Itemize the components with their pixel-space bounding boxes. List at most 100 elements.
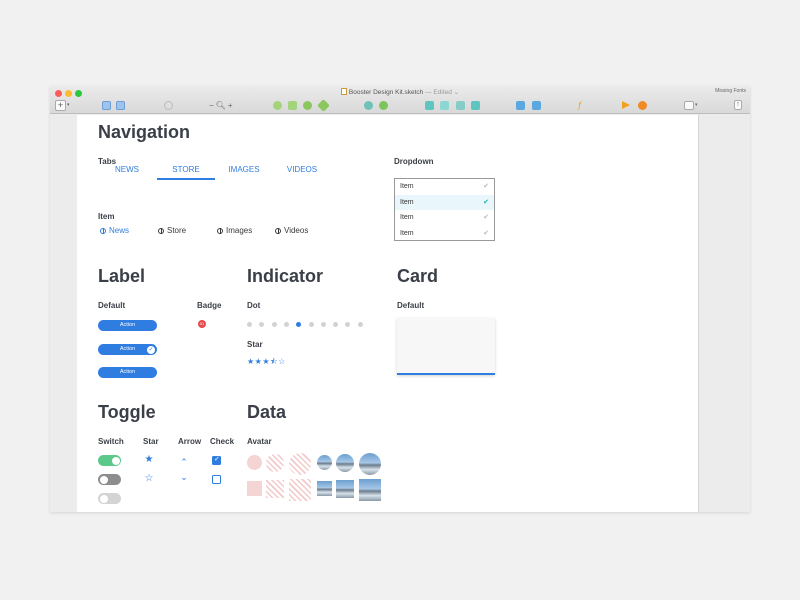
ungroup-button[interactable] [116, 99, 125, 111]
scale-icon [379, 100, 388, 110]
zoom-out-button[interactable]: − [209, 101, 214, 110]
tab-store[interactable]: STORE [157, 165, 215, 174]
chevron-down-icon[interactable]: ⌄ [178, 471, 190, 483]
symbol-button[interactable] [164, 99, 173, 111]
dot[interactable] [259, 322, 265, 327]
share-icon: ↑ [734, 100, 742, 110]
dot[interactable] [308, 322, 314, 327]
dot[interactable] [357, 322, 363, 327]
difference-button[interactable] [471, 99, 480, 111]
dropdown-item-selected[interactable]: Item ✔ [395, 194, 494, 210]
mask-button[interactable] [364, 99, 373, 111]
edit-button[interactable] [273, 99, 282, 111]
transform-button[interactable] [288, 99, 297, 111]
dot[interactable] [247, 322, 252, 327]
tab-news[interactable]: NEWS [98, 165, 156, 174]
dot[interactable] [271, 322, 277, 327]
check-icon: ✔ [483, 198, 489, 206]
preview-button[interactable] [622, 99, 630, 111]
action-pill-removable[interactable]: Action ✓ [98, 344, 157, 355]
arrow-column-label: Arrow [178, 437, 202, 446]
avatar-photo-small [317, 455, 332, 470]
cloud-button[interactable] [638, 99, 647, 111]
subtract-button[interactable] [440, 99, 449, 111]
export-button[interactable]: ↑ [734, 99, 742, 111]
avatar-placeholder-medium [266, 454, 284, 472]
avatar-placeholder-square-large [289, 479, 311, 501]
missing-fonts-button[interactable]: ●Missing Fonts [715, 88, 746, 301]
switch-knob [99, 494, 108, 503]
tab-images[interactable]: IMAGES [215, 165, 273, 174]
zoom-icon: 🔍︎ [215, 100, 226, 110]
union-button[interactable] [425, 99, 434, 111]
nav-item-news[interactable]: News [100, 226, 129, 235]
card-section-title: Card [397, 266, 439, 286]
play-icon [622, 101, 630, 109]
dot[interactable] [283, 322, 289, 327]
globe-icon [100, 227, 106, 234]
avatar-label: Avatar [247, 437, 272, 446]
view-button[interactable]: ▾ [684, 99, 698, 111]
nav-item-images[interactable]: Images [217, 226, 252, 235]
zoom-in-button[interactable]: + [228, 101, 233, 110]
edit-icon [273, 100, 282, 110]
dropdown-item[interactable]: Item ✔ [395, 179, 494, 195]
plugins-button[interactable]: ƒ [577, 99, 582, 111]
nav-item-store[interactable]: Store [158, 226, 186, 235]
globe-icon [275, 227, 281, 234]
nav-item-videos[interactable]: Videos [275, 226, 308, 235]
scale-button[interactable] [379, 99, 388, 111]
difference-icon [471, 100, 480, 110]
chevron-up-icon[interactable]: ⌃ [178, 456, 190, 468]
switch-disabled[interactable] [98, 493, 121, 504]
transform-icon [288, 100, 297, 110]
edited-menu[interactable]: — Edited ⌄ [425, 89, 459, 96]
dot[interactable] [333, 322, 339, 327]
union-icon [425, 100, 434, 110]
switch-column-label: Switch [98, 437, 124, 446]
flatten-icon [317, 98, 330, 112]
dot[interactable] [345, 322, 351, 327]
mask-icon [364, 100, 373, 110]
group-button[interactable] [102, 99, 111, 111]
card-default[interactable] [397, 318, 495, 375]
globe-icon [217, 227, 223, 234]
cloud-icon [638, 100, 647, 110]
dot-active[interactable] [296, 322, 302, 327]
subtract-icon [440, 100, 449, 110]
check-column-label: Check [210, 437, 235, 446]
backward-button[interactable] [532, 99, 541, 111]
forward-button[interactable] [516, 99, 525, 111]
rotate-button[interactable] [303, 99, 312, 111]
star-filled-icon[interactable]: ★ [143, 454, 155, 466]
checkbox-checked[interactable] [212, 455, 221, 465]
rotate-icon [303, 100, 312, 110]
switch-off[interactable] [98, 474, 121, 485]
symbol-icon [164, 100, 173, 110]
remove-icon[interactable]: ✓ [147, 345, 155, 354]
dot[interactable] [320, 322, 326, 327]
check-icon: ✔ [483, 214, 489, 221]
checkbox-unchecked[interactable] [212, 475, 221, 484]
dropdown-menu[interactable]: Item ✔ Item ✔ Item ✔ Item ✔ [394, 178, 495, 241]
switch-on[interactable] [98, 455, 121, 466]
dropdown-item[interactable]: Item ✔ [395, 226, 494, 242]
dropdown-item[interactable]: Item ✔ [395, 210, 494, 226]
avatar-placeholder-small [247, 455, 262, 470]
tab-videos[interactable]: VIDEOS [273, 165, 331, 174]
avatar-photo-square-small [317, 481, 332, 496]
backward-icon [532, 100, 541, 110]
check-icon: ✔ [483, 229, 489, 237]
action-pill[interactable]: Action [98, 367, 157, 378]
document-title: Booster Design Kit.sketch — Edited ⌄ [50, 88, 750, 96]
star-outline-icon[interactable]: ☆ [143, 473, 155, 485]
intersect-button[interactable] [456, 99, 465, 111]
artboard-canvas[interactable]: Navigation Tabs NEWS STORE IMAGES VIDEOS… [77, 115, 698, 512]
insert-button[interactable]: + ▾ [55, 99, 70, 111]
label-section-title: Label [98, 266, 146, 286]
action-pill[interactable]: Action [98, 320, 157, 331]
star-rating[interactable]: ★★★⯪☆ [247, 356, 286, 370]
active-tab-indicator [157, 178, 215, 180]
flatten-button[interactable] [317, 98, 330, 112]
zoom-controls[interactable]: − 🔍︎ + [209, 99, 233, 111]
